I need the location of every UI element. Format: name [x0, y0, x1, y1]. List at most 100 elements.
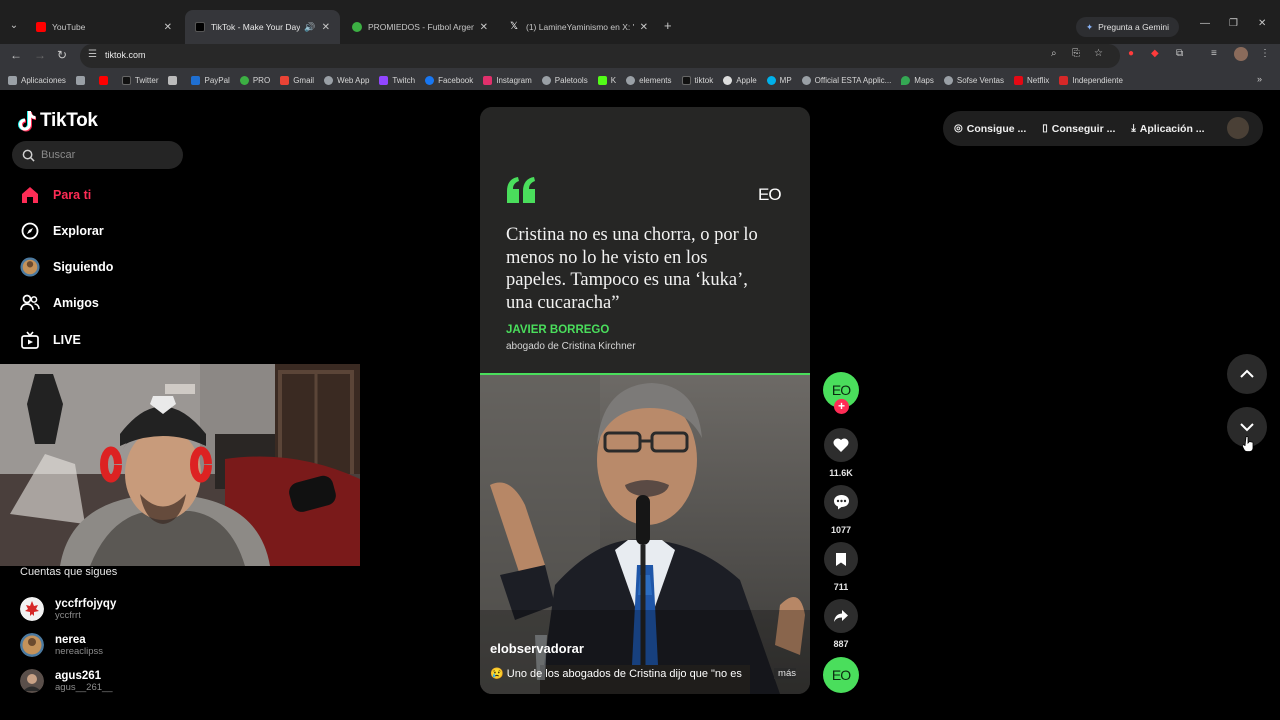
- back-icon[interactable]: ←: [10, 48, 22, 62]
- bookmark-item[interactable]: Gmail: [280, 75, 315, 85]
- bookmark-item[interactable]: Twitch: [379, 75, 415, 85]
- bookmark-item[interactable]: Official ESTA Applic...: [801, 75, 891, 85]
- site-info-icon[interactable]: ☰: [88, 49, 97, 60]
- save-button[interactable]: 711: [823, 542, 859, 592]
- tab-search-icon[interactable]: ⌄: [6, 18, 22, 34]
- tab-x[interactable]: 𝕏 (1) LamineYaminismo en X: "htt ✕: [500, 10, 658, 44]
- bookmark-item[interactable]: Aplicaciones: [8, 75, 66, 85]
- bookmark-item[interactable]: Apple: [723, 75, 757, 85]
- caption-more-link[interactable]: más: [774, 668, 796, 679]
- bookmark-item[interactable]: Maps: [901, 75, 934, 85]
- bookmark-star-icon[interactable]: ☆: [1094, 48, 1103, 59]
- extension-icon[interactable]: ●: [1128, 48, 1134, 59]
- nav-siguiendo[interactable]: Siguiendo: [20, 252, 113, 282]
- get-app-button[interactable]: ▯ Conseguir ...: [1042, 123, 1115, 135]
- following-avatar-icon: [20, 257, 40, 277]
- bookmark-item[interactable]: Netflix: [1014, 75, 1049, 85]
- youtube-favicon-icon: [36, 22, 46, 32]
- search-box[interactable]: [12, 141, 183, 169]
- desktop-app-button[interactable]: ⤓ Aplicación ...: [1131, 123, 1204, 135]
- minimize-icon[interactable]: —: [1200, 18, 1210, 29]
- chevron-up-icon: [1240, 369, 1254, 378]
- bookmark-item[interactable]: K: [597, 75, 616, 85]
- bookmark-label: Aplicaciones: [21, 75, 66, 85]
- tab-tiktok[interactable]: TikTok - Make Your Day 🔊 ✕: [185, 10, 340, 44]
- bookmark-item[interactable]: Web App: [324, 75, 369, 85]
- close-window-icon[interactable]: ✕: [1258, 18, 1266, 29]
- bookmark-item[interactable]: Twitter: [121, 75, 158, 85]
- get-coins-button[interactable]: ◎ Consigue ...: [954, 123, 1026, 135]
- bookmark-label: Gmail: [293, 75, 315, 85]
- nav-label: Explorar: [53, 224, 104, 238]
- bookmark-item[interactable]: MP: [766, 75, 792, 85]
- tab-youtube[interactable]: YouTube ✕: [26, 10, 182, 44]
- zoom-icon[interactable]: ⌕: [1051, 48, 1057, 59]
- bookmark-item[interactable]: PayPal: [191, 75, 230, 85]
- bookmark-item[interactable]: [98, 75, 112, 85]
- previous-video-button[interactable]: [1227, 354, 1267, 394]
- video-player[interactable]: EO Cristina no es una chorra, o por lo m…: [480, 107, 810, 694]
- bookmark-item[interactable]: [168, 75, 181, 85]
- twitch-icon: [379, 75, 389, 85]
- share-button[interactable]: 887: [823, 599, 859, 649]
- bookmark-label: PayPal: [204, 75, 230, 85]
- streamer-webcam-overlay: [0, 364, 360, 566]
- nav-amigos[interactable]: Amigos: [20, 288, 99, 318]
- restore-icon[interactable]: ❐: [1229, 18, 1238, 29]
- reload-icon[interactable]: ↻: [57, 48, 67, 62]
- bookmark-item[interactable]: Independiente: [1059, 75, 1123, 85]
- web-app-icon: [324, 75, 334, 85]
- independiente-crest-icon: [1059, 75, 1069, 85]
- close-tab-icon[interactable]: ✕: [164, 22, 172, 33]
- like-count: 11.6K: [829, 468, 853, 478]
- nav-para-ti[interactable]: Para ti: [20, 180, 91, 210]
- comment-button[interactable]: 1077: [823, 485, 859, 535]
- avatar-text: EO: [831, 382, 851, 398]
- comment-count: 1077: [830, 525, 852, 535]
- profile-avatar-icon[interactable]: [1234, 47, 1248, 61]
- close-tab-icon[interactable]: ✕: [480, 22, 488, 33]
- bookmark-item[interactable]: Instagram: [483, 75, 532, 85]
- ask-gemini-button[interactable]: ✦ Pregunta a Gemini: [1076, 17, 1179, 37]
- cast-icon[interactable]: ⎘: [1072, 48, 1080, 59]
- bookmark-item[interactable]: PRO: [239, 75, 270, 85]
- media-controls-icon[interactable]: ≡: [1211, 48, 1217, 59]
- followed-account[interactable]: nerea nereaclipss: [20, 633, 103, 657]
- like-button[interactable]: 11.6K: [823, 428, 859, 478]
- bookmark-item[interactable]: Facebook: [425, 75, 473, 85]
- speaker-icon[interactable]: 🔊: [304, 22, 315, 33]
- follow-plus-button[interactable]: +: [834, 399, 849, 414]
- quote-text: Cristina no es una chorra, o por lo meno…: [506, 225, 758, 313]
- bookmark-item[interactable]: Sofse Ventas: [943, 75, 1004, 85]
- bookmark-item[interactable]: Paletools: [541, 75, 588, 85]
- bookmark-label: Independiente: [1072, 75, 1123, 85]
- extensions-puzzle-icon[interactable]: ⧉: [1176, 48, 1183, 59]
- following-section-title: Cuentas que sigues: [20, 566, 118, 578]
- quote-author: JAVIER BORREGO: [506, 324, 610, 336]
- forward-icon[interactable]: →: [34, 48, 46, 62]
- close-tab-icon[interactable]: ✕: [640, 22, 648, 33]
- more-bookmarks-icon[interactable]: »: [1257, 74, 1262, 84]
- url-text[interactable]: tiktok.com: [105, 50, 146, 60]
- menu-dots-icon[interactable]: ⋮: [1260, 48, 1270, 59]
- nav-explorar[interactable]: Explorar: [20, 216, 104, 246]
- bookmark-item[interactable]: tiktok: [681, 75, 713, 85]
- new-tab-icon[interactable]: +: [664, 18, 672, 33]
- tab-promiedos[interactable]: PROMIEDOS - Futbol Argentino ✕: [342, 10, 498, 44]
- close-tab-icon[interactable]: ✕: [322, 22, 330, 33]
- sound-disc-avatar[interactable]: EO: [823, 657, 859, 693]
- creator-username[interactable]: elobservadorar: [490, 641, 584, 656]
- followed-account[interactable]: agus261 agus__261__: [20, 669, 113, 693]
- nav-live[interactable]: LIVE: [20, 325, 81, 355]
- tiktok-logo[interactable]: TikTok: [18, 110, 98, 132]
- gemini-label: Pregunta a Gemini: [1098, 22, 1169, 32]
- youtube-icon: [98, 75, 108, 85]
- search-input[interactable]: [41, 149, 171, 161]
- followed-account[interactable]: yccfrfojyqy yccfrrt: [20, 597, 116, 621]
- profile-avatar[interactable]: [1227, 117, 1249, 139]
- kick-icon: [597, 75, 607, 85]
- bookmark-item[interactable]: elements: [626, 75, 672, 85]
- extension-icon[interactable]: ◆: [1151, 48, 1159, 59]
- omnibox[interactable]: [80, 44, 1120, 68]
- bookmark-item[interactable]: [75, 75, 89, 85]
